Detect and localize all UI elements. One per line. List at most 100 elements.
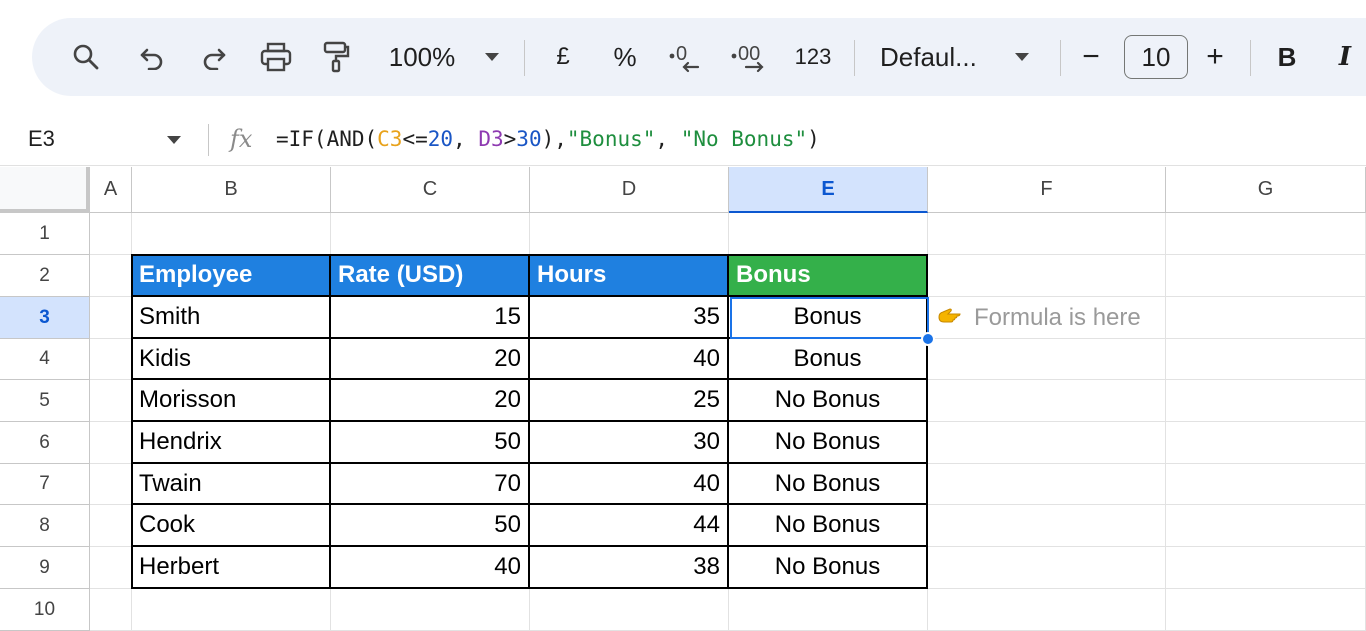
row-header-3[interactable]: 3 [0, 297, 90, 339]
cell-c10[interactable] [331, 589, 530, 631]
table-cell[interactable]: Herbert [132, 547, 331, 589]
table-cell[interactable]: 20 [331, 380, 530, 422]
table-cell[interactable]: No Bonus [729, 464, 928, 505]
cell-g3[interactable] [1166, 297, 1366, 339]
table-cell[interactable]: No Bonus [729, 505, 928, 547]
cell-e10[interactable] [729, 589, 928, 631]
column-header-b[interactable]: B [132, 167, 331, 213]
table-cell[interactable]: 40 [530, 339, 729, 380]
cell-a3[interactable] [90, 297, 132, 339]
table-cell[interactable]: No Bonus [729, 547, 928, 589]
table-cell[interactable]: No Bonus [729, 380, 928, 422]
row-header-5[interactable]: 5 [0, 380, 90, 422]
zoom-select[interactable]: 100% [382, 18, 462, 96]
name-box-dropdown[interactable] [166, 132, 182, 150]
table-cell[interactable]: Smith [132, 297, 331, 339]
table-header-cell[interactable]: Bonus [729, 255, 928, 297]
column-header-e[interactable]: E [729, 167, 928, 213]
bold-button[interactable]: B [1272, 18, 1302, 96]
row-header-7[interactable]: 7 [0, 464, 90, 505]
table-cell[interactable]: 40 [530, 464, 729, 505]
table-cell[interactable]: No Bonus [729, 422, 928, 464]
cell-g1[interactable] [1166, 213, 1366, 255]
table-cell[interactable]: 38 [530, 547, 729, 589]
cell-g2[interactable] [1166, 255, 1366, 297]
row-header-4[interactable]: 4 [0, 339, 90, 380]
cell-f1[interactable] [928, 213, 1166, 255]
fill-handle[interactable] [921, 332, 935, 346]
cell-f2[interactable] [928, 255, 1166, 297]
cell-a4[interactable] [90, 339, 132, 380]
cell-g7[interactable] [1166, 464, 1366, 505]
row-header-10[interactable]: 10 [0, 589, 90, 631]
table-cell[interactable]: Morisson [132, 380, 331, 422]
print-button[interactable] [256, 18, 296, 96]
formula-input[interactable]: =IF(AND(C3<=20, D3>30),"Bonus", "No Bonu… [276, 112, 820, 166]
row-header-6[interactable]: 6 [0, 422, 90, 464]
cell-d1[interactable] [530, 213, 729, 255]
table-cell[interactable]: 35 [530, 297, 729, 339]
cell-e1[interactable] [729, 213, 928, 255]
row-header-9[interactable]: 9 [0, 547, 90, 589]
cell-a6[interactable] [90, 422, 132, 464]
cell-a10[interactable] [90, 589, 132, 631]
table-cell[interactable]: Kidis [132, 339, 331, 380]
cell-a7[interactable] [90, 464, 132, 505]
table-cell[interactable]: Bonus [729, 297, 928, 339]
column-header-f[interactable]: F [928, 167, 1166, 213]
cell-g8[interactable] [1166, 505, 1366, 547]
cell-a5[interactable] [90, 380, 132, 422]
cell-g10[interactable] [1166, 589, 1366, 631]
table-cell[interactable]: 15 [331, 297, 530, 339]
table-cell[interactable]: 70 [331, 464, 530, 505]
increase-decimal-button[interactable]: 00 [728, 18, 772, 96]
paint-format-button[interactable] [318, 18, 354, 96]
table-header-cell[interactable]: Rate (USD) [331, 255, 530, 297]
zoom-dropdown[interactable] [480, 18, 504, 96]
decrease-font-size-button[interactable]: − [1076, 18, 1106, 96]
table-header-cell[interactable]: Employee [132, 255, 331, 297]
column-header-g[interactable]: G [1166, 167, 1366, 213]
cell-c1[interactable] [331, 213, 530, 255]
percent-format-button[interactable]: % [608, 18, 642, 96]
table-cell[interactable]: 25 [530, 380, 729, 422]
currency-format-button[interactable]: £ [546, 18, 580, 96]
search-menus-button[interactable] [68, 18, 104, 96]
row-header-8[interactable]: 8 [0, 505, 90, 547]
table-cell[interactable]: 20 [331, 339, 530, 380]
table-cell[interactable]: 44 [530, 505, 729, 547]
table-cell[interactable]: Twain [132, 464, 331, 505]
cell-f10[interactable] [928, 589, 1166, 631]
table-cell[interactable]: Cook [132, 505, 331, 547]
undo-button[interactable] [134, 18, 170, 96]
column-header-c[interactable]: C [331, 167, 530, 213]
select-all-corner[interactable] [0, 167, 90, 213]
cell-a8[interactable] [90, 505, 132, 547]
table-cell[interactable]: 50 [331, 505, 530, 547]
cell-a9[interactable] [90, 547, 132, 589]
cell-f5[interactable] [928, 380, 1166, 422]
row-header-2[interactable]: 2 [0, 255, 90, 297]
table-cell[interactable]: Bonus [729, 339, 928, 380]
cell-b10[interactable] [132, 589, 331, 631]
cell-a1[interactable] [90, 213, 132, 255]
table-cell[interactable]: 30 [530, 422, 729, 464]
table-cell[interactable]: 40 [331, 547, 530, 589]
column-header-a[interactable]: A [90, 167, 132, 213]
cell-g5[interactable] [1166, 380, 1366, 422]
row-header-1[interactable]: 1 [0, 213, 90, 255]
cell-d10[interactable] [530, 589, 729, 631]
cell-g9[interactable] [1166, 547, 1366, 589]
cell-f8[interactable] [928, 505, 1166, 547]
cell-f4[interactable] [928, 339, 1166, 380]
table-cell[interactable]: 50 [331, 422, 530, 464]
cell-g6[interactable] [1166, 422, 1366, 464]
cell-a2[interactable] [90, 255, 132, 297]
redo-button[interactable] [196, 18, 232, 96]
decrease-decimal-button[interactable]: 0 [666, 18, 706, 96]
table-cell[interactable]: Hendrix [132, 422, 331, 464]
cell-f7[interactable] [928, 464, 1166, 505]
column-header-d[interactable]: D [530, 167, 729, 213]
increase-font-size-button[interactable]: + [1200, 18, 1230, 96]
table-header-cell[interactable]: Hours [530, 255, 729, 297]
